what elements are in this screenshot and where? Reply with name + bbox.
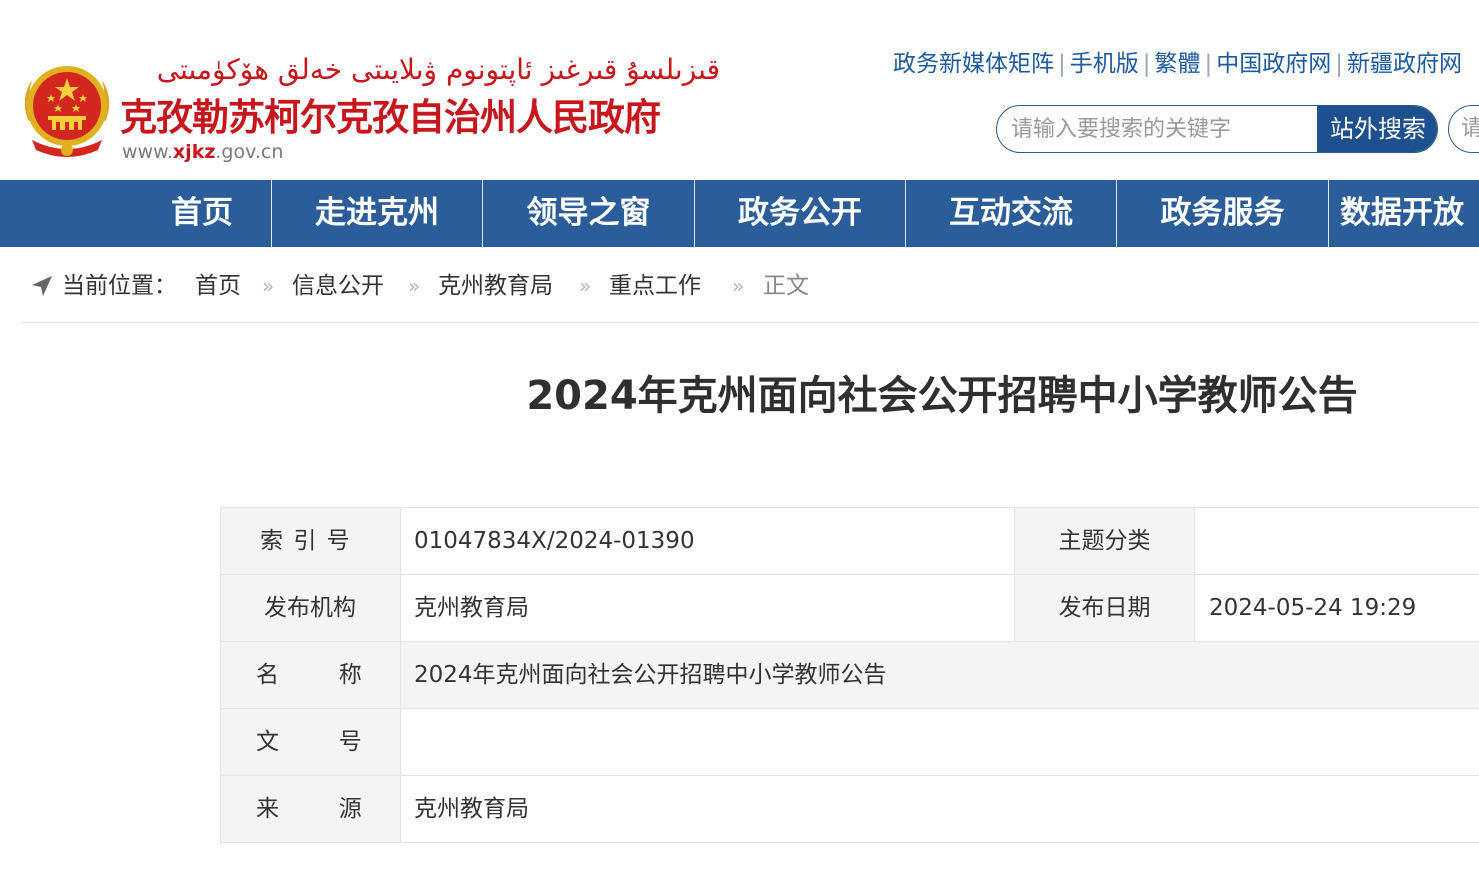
nav-about-kezhou[interactable]: 走进克州	[272, 180, 482, 247]
breadcrumb-separator: »	[262, 274, 275, 298]
link-mobile-version[interactable]: 手机版	[1070, 51, 1139, 77]
nav-gov-affairs-open[interactable]: 政务公开	[695, 180, 905, 247]
nav-divider	[1328, 180, 1329, 247]
meta-row: 文号	[220, 708, 1479, 775]
meta-value-publisher: 克州教育局	[414, 595, 529, 621]
location-arrow-icon	[32, 276, 52, 296]
meta-label-doc-no: 文号	[220, 709, 400, 775]
breadcrumb-current: 正文	[763, 273, 809, 299]
site-url-accent: xjkz	[172, 141, 216, 163]
table-left-border	[220, 507, 221, 844]
meta-value-source: 克州教育局	[414, 796, 529, 822]
site-header: قىزىلسۇ قىرغىز ئاپتونوم ۋىلايىتى خەلق ھۆ…	[0, 0, 1479, 180]
meta-value-date: 2024-05-24 19:29	[1209, 595, 1417, 621]
site-name-uyghur: قىزىلسۇ قىرغىز ئاپتونوم ۋىلايىتى خەلق ھۆ…	[156, 53, 720, 86]
meta-label-date: 发布日期	[1015, 575, 1194, 641]
site-search-input[interactable]: 请	[1448, 105, 1479, 153]
link-separator: |	[1142, 51, 1151, 77]
external-search: 站外搜索	[996, 105, 1438, 153]
breadcrumb-separator: »	[732, 274, 745, 298]
breadcrumb-home[interactable]: 首页	[195, 262, 241, 310]
article-title: 2024年克州面向社会公开招聘中小学教师公告	[526, 373, 1358, 419]
external-search-button[interactable]: 站外搜索	[1317, 106, 1437, 152]
link-traditional-chinese[interactable]: 繁體	[1155, 51, 1201, 77]
article-meta-table: 索引号 01047834X/2024-01390 主题分类 发布机构 克州教育局…	[220, 507, 1479, 844]
meta-value-doc-no	[400, 709, 1400, 775]
nav-data-open[interactable]: 数据开放	[1340, 180, 1479, 247]
national-emblem-logo[interactable]	[18, 58, 116, 162]
top-links: 政务新媒体矩阵 | 手机版 | 繁體 | 中国政府网 | 新疆政府网	[893, 46, 1479, 82]
breadcrumb-info-disclosure[interactable]: 信息公开	[292, 262, 384, 310]
meta-label-publisher: 发布机构	[220, 575, 400, 641]
meta-row: 来源 克州教育局	[220, 775, 1479, 843]
breadcrumb-separator: »	[579, 274, 592, 298]
link-new-media-matrix[interactable]: 政务新媒体矩阵	[893, 51, 1054, 77]
site-name: 克孜勒苏柯尔克孜自治州人民政府	[120, 96, 661, 139]
link-separator: |	[1204, 51, 1213, 77]
nav-gov-services[interactable]: 政务服务	[1117, 180, 1328, 247]
meta-row: 名称 2024年克州面向社会公开招聘中小学教师公告	[220, 641, 1479, 708]
meta-row: 索引号 01047834X/2024-01390 主题分类	[220, 507, 1479, 574]
site-url: www.xjkz.gov.cn	[122, 140, 283, 164]
nav-interaction[interactable]: 互动交流	[906, 180, 1116, 247]
meta-label-source: 来源	[220, 776, 400, 842]
meta-label-index: 索引号	[220, 508, 400, 574]
meta-row: 发布机构 克州教育局 发布日期 2024-05-24 19:29	[220, 574, 1479, 641]
breadcrumb-divider	[22, 322, 1479, 323]
link-china-gov[interactable]: 中国政府网	[1216, 51, 1331, 77]
nav-home[interactable]: 首页	[140, 180, 264, 247]
main-nav: 首页 走进克州 领导之窗 政务公开 互动交流 政务服务 数据开放	[0, 180, 1479, 247]
nav-leadership[interactable]: 领导之窗	[483, 180, 694, 247]
link-xinjiang-gov[interactable]: 新疆政府网	[1347, 51, 1462, 77]
breadcrumb-key-work[interactable]: 重点工作	[609, 262, 701, 310]
meta-value-topic	[1195, 508, 1479, 574]
site-url-prefix: www.	[122, 141, 173, 163]
search-input[interactable]	[997, 106, 1317, 152]
site-search-placeholder: 请	[1461, 106, 1479, 152]
meta-value-index: 01047834X/2024-01390	[414, 528, 695, 554]
breadcrumb-label: 当前位置：	[62, 273, 177, 299]
breadcrumb: 当前位置： 首页 » 信息公开 » 克州教育局 » 重点工作 » 正文	[30, 262, 1470, 310]
site-url-suffix: .gov.cn	[215, 141, 284, 163]
meta-label-name: 名称	[256, 662, 422, 688]
meta-value-name: 2024年克州面向社会公开招聘中小学教师公告	[414, 662, 887, 688]
meta-label-topic: 主题分类	[1015, 508, 1194, 574]
breadcrumb-education-bureau[interactable]: 克州教育局	[438, 262, 553, 310]
link-separator: |	[1058, 51, 1066, 77]
link-separator: |	[1335, 51, 1343, 77]
breadcrumb-separator: »	[408, 274, 421, 298]
